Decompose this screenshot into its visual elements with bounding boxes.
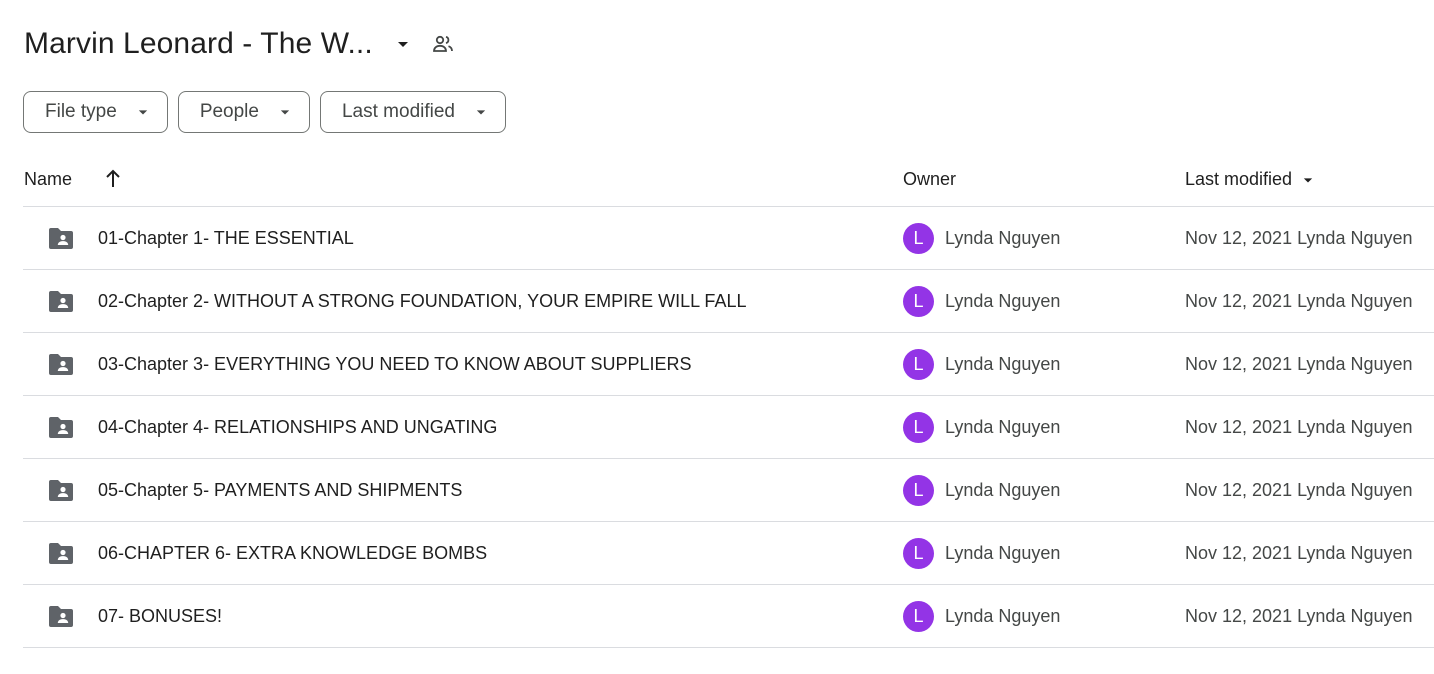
avatar: L [903,286,934,317]
last-modified-filter-label: Last modified [341,101,455,122]
folder-header: Marvin Leonard - The W... [24,22,455,66]
table-header: Name Owner Last modified [23,152,1434,207]
shared-folder-icon [47,290,75,314]
avatar: L [903,412,934,443]
owner-name: Lynda Nguyen [945,606,1061,626]
shared-folder-icon [47,227,75,251]
last-modified-value: Nov 12, 2021 Lynda Nguyen [1185,354,1413,374]
file-name: 01-Chapter 1- THE ESSENTIAL [98,228,354,248]
table-row[interactable]: 01-Chapter 1- THE ESSENTIAL L Lynda Nguy… [23,207,1434,270]
shared-folder-icon [47,542,75,566]
table-row[interactable]: 04-Chapter 4- RELATIONSHIPS AND UNGATING… [23,396,1434,459]
file-name: 02-Chapter 2- WITHOUT A STRONG FOUNDATIO… [98,291,747,311]
last-modified-value: Nov 12, 2021 Lynda Nguyen [1185,417,1413,437]
owner-name: Lynda Nguyen [945,480,1061,500]
shared-folder-icon [47,416,75,440]
file-name: 07- BONUSES! [98,606,223,626]
arrow-drop-down-icon[interactable] [391,32,415,56]
name-column-header[interactable]: Name [24,169,72,190]
folder-title[interactable]: Marvin Leonard - The W... [24,27,373,61]
file-name: 05-Chapter 5- PAYMENTS AND SHIPMENTS [98,480,463,500]
owner-name: Lynda Nguyen [945,543,1061,563]
last-modified-filter[interactable]: Last modified [319,91,506,133]
file-list: Name Owner Last modified 01-Chapter 1- T… [23,152,1434,648]
owner-name: Lynda Nguyen [945,417,1061,437]
avatar: L [903,223,934,254]
table-row[interactable]: 05-Chapter 5- PAYMENTS AND SHIPMENTS L L… [23,459,1434,522]
shared-folder-icon [47,479,75,503]
file-type-filter-label: File type [45,101,117,122]
people-filter[interactable]: People [177,91,310,133]
table-row[interactable]: 03-Chapter 3- EVERYTHING YOU NEED TO KNO… [23,333,1434,396]
last-modified-value: Nov 12, 2021 Lynda Nguyen [1185,291,1413,311]
avatar: L [903,349,934,380]
table-row[interactable]: 07- BONUSES! L Lynda Nguyen Nov 12, 2021… [23,585,1434,648]
last-modified-value: Nov 12, 2021 Lynda Nguyen [1185,606,1413,626]
people-icon[interactable] [431,32,455,56]
file-name: 03-Chapter 3- EVERYTHING YOU NEED TO KNO… [98,354,692,374]
table-row[interactable]: 06-CHAPTER 6- EXTRA KNOWLEDGE BOMBS L Ly… [23,522,1434,585]
arrow-drop-down-icon [275,102,295,122]
last-modified-column-header[interactable]: Last modified [1185,169,1318,190]
last-modified-value: Nov 12, 2021 Lynda Nguyen [1185,480,1413,500]
file-name: 06-CHAPTER 6- EXTRA KNOWLEDGE BOMBS [98,543,488,563]
owner-name: Lynda Nguyen [945,354,1061,374]
table-body: 01-Chapter 1- THE ESSENTIAL L Lynda Nguy… [23,207,1434,648]
avatar: L [903,538,934,569]
owner-name: Lynda Nguyen [945,228,1061,248]
arrow-upward-icon[interactable] [103,168,123,190]
table-row[interactable]: 02-Chapter 2- WITHOUT A STRONG FOUNDATIO… [23,270,1434,333]
arrow-drop-down-icon [1298,170,1318,190]
last-modified-value: Nov 12, 2021 Lynda Nguyen [1185,228,1413,248]
owner-column-header[interactable]: Owner [903,169,956,190]
arrow-drop-down-icon [471,102,491,122]
avatar: L [903,601,934,632]
file-type-filter[interactable]: File type [23,91,168,133]
shared-folder-icon [47,353,75,377]
last-modified-column-label: Last modified [1185,169,1293,189]
last-modified-value: Nov 12, 2021 Lynda Nguyen [1185,543,1413,563]
owner-name: Lynda Nguyen [945,291,1061,311]
shared-folder-icon [47,605,75,629]
file-name: 04-Chapter 4- RELATIONSHIPS AND UNGATING [98,417,498,437]
arrow-drop-down-icon [133,102,153,122]
people-filter-label: People [199,101,259,122]
filter-chips: File type People Last modified [23,91,516,133]
avatar: L [903,475,934,506]
